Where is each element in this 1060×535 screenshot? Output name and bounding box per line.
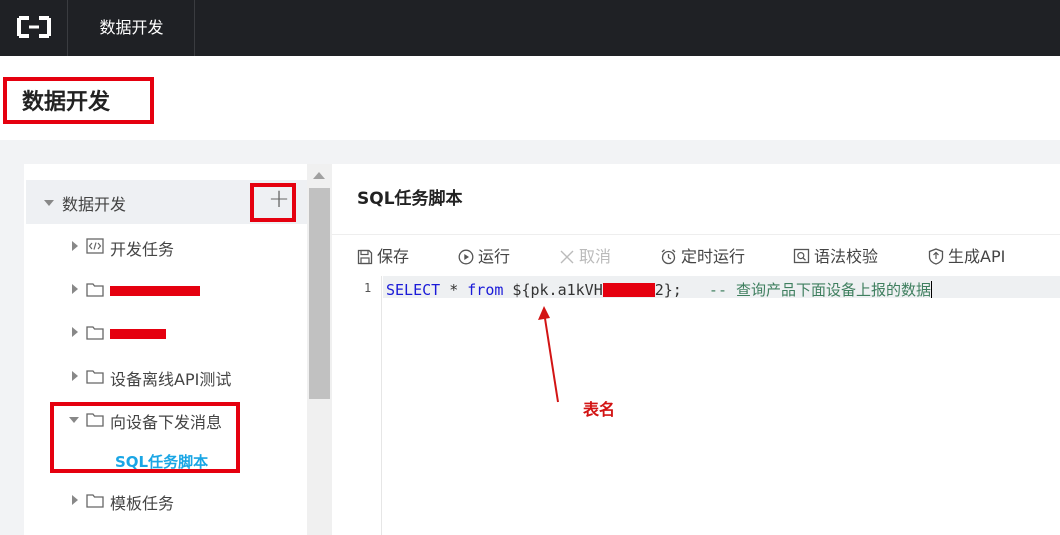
caret-right-icon (72, 495, 78, 505)
save-icon (357, 249, 373, 265)
cancel-button[interactable]: 取消 (559, 243, 611, 267)
tree-item-label: 开发任务 (110, 240, 175, 259)
code-comment: -- 查询产品下面设备上报的数据 (681, 281, 932, 299)
tree-root-label: 数据开发 (62, 195, 127, 214)
logo[interactable] (0, 0, 68, 56)
line-number: 1 (364, 281, 372, 295)
code-line-1[interactable]: SELECT * from ${pk.a1kVH 2}; -- 查询产品下面设备上… (386, 279, 933, 300)
schedule-run-label: 定时运行 (681, 247, 746, 266)
close-icon (560, 250, 574, 264)
caret-right-icon (72, 327, 78, 337)
tree-item-template-tasks[interactable]: 模板任务 (24, 481, 307, 521)
table-name-prefix: ${pk.a1kVH (503, 281, 603, 299)
run-label: 运行 (478, 247, 511, 266)
annotation-arrow (538, 306, 559, 403)
top-nav-title[interactable]: 数据开发 (69, 0, 195, 56)
code-star: * (440, 281, 468, 299)
toolbar: 保存 运行 取消 定时运行 语法校验 生成API (332, 234, 1060, 272)
redaction-mark (110, 329, 166, 339)
sql-editor[interactable]: 1 SELECT * from ${pk.a1kVH 2}; -- 查询产品下面设… (332, 276, 1060, 535)
syntax-check-button[interactable]: 语法校验 (793, 243, 878, 267)
aliyun-logo-icon (17, 16, 51, 38)
annotation-label: 表名 (583, 400, 616, 419)
highlight-box-add (250, 183, 296, 222)
play-circle-icon (458, 249, 474, 265)
top-bar: 数据开发 (0, 0, 1060, 56)
syntax-check-label: 语法校验 (814, 247, 879, 266)
page-header: 数据开发 (0, 56, 1060, 140)
scroll-up-icon[interactable] (313, 172, 325, 179)
save-button[interactable]: 保存 (357, 243, 409, 267)
folder-icon (86, 326, 104, 340)
caret-down-icon (44, 200, 54, 206)
cancel-label: 取消 (579, 247, 612, 266)
keyword-select: SELECT (386, 281, 441, 299)
tree-item-label: 模板任务 (110, 494, 175, 513)
api-shield-icon (928, 248, 944, 265)
folder-icon (86, 283, 104, 297)
tree-item-dev-tasks[interactable]: 开发任务 (24, 227, 307, 267)
highlight-box-title (3, 77, 154, 124)
line-gutter: 1 (332, 276, 382, 535)
code-file-icon (86, 238, 104, 254)
generate-api-button[interactable]: 生成API (928, 243, 1005, 267)
highlight-box-folder (50, 402, 240, 473)
keyword-from: from (467, 281, 504, 299)
caret-right-icon (72, 241, 78, 251)
text-cursor (931, 281, 933, 298)
main-panel: SQL任务脚本 保存 运行 取消 定时运行 语法校验 生成API 1 SELEC… (332, 164, 1060, 535)
folder-icon (86, 494, 104, 508)
run-button[interactable]: 运行 (458, 243, 510, 267)
tree-item-redacted-2[interactable] (24, 313, 307, 353)
folder-icon (86, 370, 104, 384)
table-name-suffix: 2}; (654, 281, 682, 299)
caret-right-icon (72, 284, 78, 294)
save-label: 保存 (377, 247, 410, 266)
tree-item-label: 设备离线API测试 (110, 370, 232, 389)
redaction-mark (602, 283, 655, 297)
alarm-clock-icon (661, 249, 676, 265)
caret-right-icon (72, 371, 78, 381)
schedule-run-button[interactable]: 定时运行 (660, 243, 745, 267)
tree-item-offline-api[interactable]: 设备离线API测试 (24, 357, 307, 397)
search-document-icon (793, 248, 810, 264)
script-title: SQL任务脚本 (357, 189, 463, 209)
generate-api-label: 生成API (948, 247, 1006, 266)
tree-item-redacted-1[interactable] (24, 270, 307, 310)
redaction-mark (110, 286, 200, 296)
scroll-thumb[interactable] (309, 188, 330, 399)
